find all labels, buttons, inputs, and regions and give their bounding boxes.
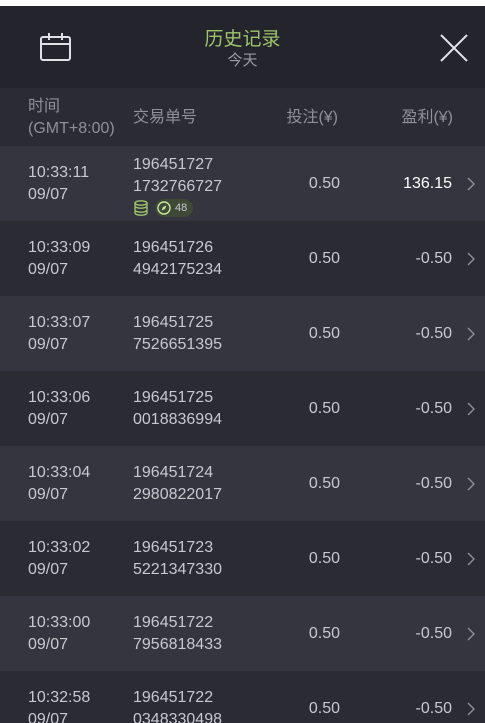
chevron-right-icon [467, 327, 475, 341]
page-title: 历史记录 [204, 29, 281, 50]
row-bet: 0.50 [308, 400, 340, 417]
row-time: 10:33:02 09/07 [28, 537, 90, 581]
row-trade-id-part2: 1732766727 [133, 178, 222, 195]
row-trade-id: 196451726 4942175234 [133, 237, 222, 281]
row-bet: 0.50 [308, 700, 340, 717]
row-time: 10:33:11 09/07 [28, 162, 89, 206]
row-trade-id-part1: 196451723 [133, 539, 214, 556]
row-trade-id-part1: 196451722 [133, 614, 214, 631]
table-row[interactable]: 10:33:07 09/07 196451725 7526651395 0.50… [0, 296, 485, 371]
column-header-timezone: (GMT+8:00) [28, 120, 115, 137]
row-time-clock: 10:33:07 [28, 314, 91, 331]
row-bet: 0.50 [308, 325, 340, 342]
row-bet: 0.50 [308, 550, 340, 567]
row-trade-id-part1: 196451726 [133, 239, 214, 256]
chevron-right-icon [467, 552, 475, 566]
row-trade-id-part2: 5221347330 [133, 561, 222, 578]
table-row[interactable]: 10:32:58 09/07 196451722 0348330498 0.50… [0, 671, 485, 723]
row-time-clock: 10:33:04 [28, 464, 91, 481]
row-date: 09/07 [28, 636, 69, 653]
column-header-row: 时间 (GMT+8:00) 交易单号 投注(¥) 盈利(¥) [0, 88, 485, 146]
row-profit: -0.50 [415, 400, 452, 417]
row-date: 09/07 [28, 336, 69, 353]
compass-icon [157, 201, 171, 215]
chevron-right-icon [467, 177, 475, 191]
row-trade-id-part1: 196451722 [133, 689, 214, 706]
history-header: 历史记录 今天 [0, 6, 485, 88]
coin-stack-icon [134, 200, 148, 216]
close-icon[interactable] [439, 33, 469, 63]
column-header-profit: 盈利(¥) [401, 109, 453, 126]
column-header-time: 时间 (GMT+8:00) [28, 96, 115, 140]
chevron-right-icon [467, 252, 475, 266]
row-trade-id-part1: 196451724 [133, 464, 214, 481]
row-bet: 0.50 [308, 625, 340, 642]
bonus-count-badge: 48 [155, 199, 194, 217]
table-row[interactable]: 10:33:11 09/07 196451727 1732766727 48 0… [0, 146, 485, 221]
row-profit: -0.50 [415, 625, 452, 642]
row-badges: 48 [134, 199, 194, 217]
row-profit: -0.50 [415, 325, 452, 342]
row-date: 09/07 [28, 186, 69, 203]
bonus-count: 48 [175, 202, 188, 214]
row-date: 09/07 [28, 711, 69, 723]
row-bet: 0.50 [308, 475, 340, 492]
table-row[interactable]: 10:33:00 09/07 196451722 7956818433 0.50… [0, 596, 485, 671]
row-trade-id-part1: 196451725 [133, 314, 214, 331]
row-trade-id-part2: 4942175234 [133, 261, 222, 278]
row-time: 10:33:09 09/07 [28, 237, 90, 281]
column-header-time-label: 时间 [28, 98, 61, 115]
chevron-right-icon [467, 702, 475, 716]
row-trade-id: 196451725 7526651395 [133, 312, 222, 356]
row-date: 09/07 [28, 261, 69, 278]
row-trade-id-part2: 7526651395 [133, 336, 222, 353]
table-row[interactable]: 10:33:06 09/07 196451725 0018836994 0.50… [0, 371, 485, 446]
table-row[interactable]: 10:33:09 09/07 196451726 4942175234 0.50… [0, 221, 485, 296]
row-time: 10:33:04 09/07 [28, 462, 90, 506]
row-trade-id: 196451724 2980822017 [133, 462, 222, 506]
chevron-right-icon [467, 477, 475, 491]
row-profit: -0.50 [415, 550, 452, 567]
table-row[interactable]: 10:33:02 09/07 196451723 5221347330 0.50… [0, 521, 485, 596]
row-trade-id-part2: 7956818433 [133, 636, 222, 653]
chevron-right-icon [467, 402, 475, 416]
row-time-clock: 10:33:02 [28, 539, 91, 556]
row-time-clock: 10:32:58 [28, 689, 91, 706]
column-header-trade-id: 交易单号 [133, 109, 198, 126]
row-bet: 0.50 [308, 175, 340, 192]
row-time-clock: 10:33:00 [28, 614, 91, 631]
row-profit: -0.50 [415, 250, 452, 267]
row-time: 10:33:06 09/07 [28, 387, 90, 431]
row-time: 10:33:07 09/07 [28, 312, 90, 356]
row-trade-id: 196451723 5221347330 [133, 537, 222, 581]
row-time: 10:32:58 09/07 [28, 687, 90, 723]
row-date: 09/07 [28, 561, 69, 578]
row-trade-id: 196451725 0018836994 [133, 387, 222, 431]
history-list: 10:33:11 09/07 196451727 1732766727 48 0… [0, 146, 485, 723]
column-header-bet: 投注(¥) [286, 109, 338, 126]
row-time: 10:33:00 09/07 [28, 612, 90, 656]
row-date: 09/07 [28, 411, 69, 428]
row-date: 09/07 [28, 486, 69, 503]
row-profit: -0.50 [415, 475, 452, 492]
history-panel: 历史记录 今天 时间 (GMT+8:00) 交易单号 投注(¥) 盈利(¥) 1… [0, 6, 485, 723]
row-trade-id-part1: 196451727 [133, 156, 214, 173]
row-bet: 0.50 [308, 250, 340, 267]
row-trade-id: 196451727 1732766727 [133, 154, 222, 198]
row-trade-id-part1: 196451725 [133, 389, 214, 406]
row-time-clock: 10:33:06 [28, 389, 91, 406]
row-trade-id: 196451722 7956818433 [133, 612, 222, 656]
row-time-clock: 10:33:09 [28, 239, 91, 256]
row-trade-id-part2: 0018836994 [133, 411, 222, 428]
row-trade-id-part2: 2980822017 [133, 486, 222, 503]
chevron-right-icon [467, 627, 475, 641]
date-filter-label: 今天 [227, 52, 258, 69]
table-row[interactable]: 10:33:04 09/07 196451724 2980822017 0.50… [0, 446, 485, 521]
row-profit: -0.50 [415, 700, 452, 717]
row-time-clock: 10:33:11 [28, 164, 90, 181]
row-trade-id: 196451722 0348330498 [133, 687, 222, 723]
row-profit: 136.15 [403, 175, 452, 192]
row-trade-id-part2: 0348330498 [133, 711, 222, 723]
